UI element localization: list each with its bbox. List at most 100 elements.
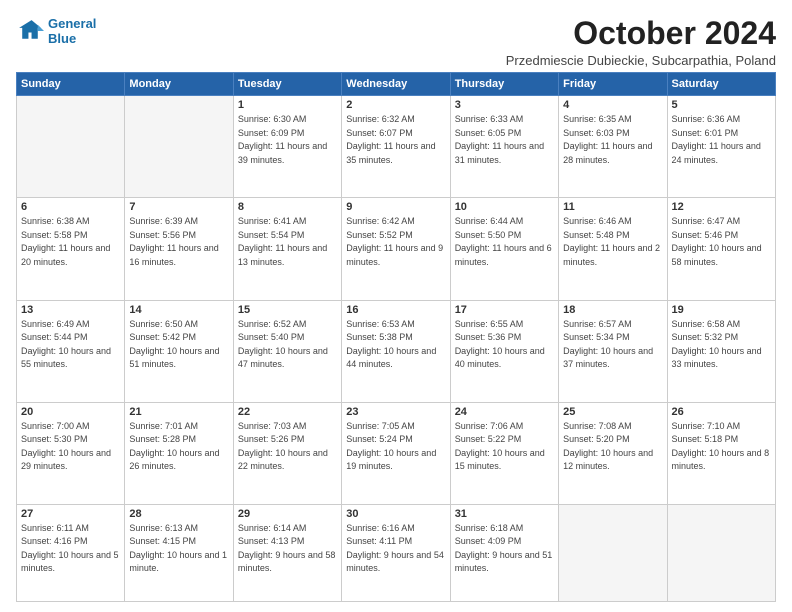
- calendar-cell: 21 Sunrise: 7:01 AMSunset: 5:28 PMDayligh…: [125, 402, 233, 504]
- day-number: 4: [563, 99, 662, 111]
- day-number: 28: [129, 508, 228, 520]
- calendar-cell: 5Sunrise: 6:36 AMSunset: 6:01 PMDaylight…: [667, 96, 775, 198]
- calendar-cell: 28 Sunrise: 6:13 AMSunset: 4:15 PMDayligh…: [125, 504, 233, 601]
- day-number: 24: [455, 406, 554, 418]
- day-number: 9: [346, 201, 445, 213]
- calendar-cell: 18Sunrise: 6:57 AMSunset: 5:34 PMDayligh…: [559, 300, 667, 402]
- calendar-cell: 1Sunrise: 6:30 AMSunset: 6:09 PMDaylight…: [233, 96, 341, 198]
- day-number: 10: [455, 201, 554, 213]
- day-number: 5: [672, 99, 771, 111]
- day-info: Sunrise: 6:49 AMSunset: 5:44 PMDaylight:…: [21, 318, 120, 372]
- day-info: Sunrise: 6:58 AMSunset: 5:32 PMDaylight:…: [672, 318, 771, 372]
- title-area: October 2024 Przedmiescie Dubieckie, Sub…: [506, 16, 776, 68]
- calendar-cell: 29 Sunrise: 6:14 AMSunset: 4:13 PMDayligh…: [233, 504, 341, 601]
- day-number: 30: [346, 508, 445, 520]
- day-info: Sunrise: 6:11 AMSunset: 4:16 PMDaylight:…: [21, 522, 120, 576]
- day-info: Sunrise: 6:47 AMSunset: 5:46 PMDaylight:…: [672, 215, 771, 269]
- col-friday: Friday: [559, 73, 667, 96]
- day-info: Sunrise: 6:57 AMSunset: 5:34 PMDaylight:…: [563, 318, 662, 372]
- calendar-cell: 24Sunrise: 7:06 AMSunset: 5:22 PMDayligh…: [450, 402, 558, 504]
- calendar-cell: [667, 504, 775, 601]
- col-wednesday: Wednesday: [342, 73, 450, 96]
- subtitle: Przedmiescie Dubieckie, Subcarpathia, Po…: [506, 53, 776, 68]
- day-info: Sunrise: 6:32 AMSunset: 6:07 PMDaylight:…: [346, 113, 445, 167]
- calendar-cell: 10 Sunrise: 6:44 AMSunset: 5:50 PMDayligh…: [450, 198, 558, 300]
- day-info: Sunrise: 6:33 AMSunset: 6:05 PMDaylight:…: [455, 113, 554, 167]
- day-number: 19: [672, 304, 771, 316]
- weekday-header-row: Sunday Monday Tuesday Wednesday Thursday…: [17, 73, 776, 96]
- calendar-cell: 7 Sunrise: 6:39 AMSunset: 5:56 PMDaylight…: [125, 198, 233, 300]
- day-info: Sunrise: 7:08 AMSunset: 5:20 PMDaylight:…: [563, 420, 662, 474]
- header: GeneralBlue October 2024 Przedmiescie Du…: [16, 16, 776, 68]
- calendar-cell: 20 Sunrise: 7:00 AMSunset: 5:30 PMDayligh…: [17, 402, 125, 504]
- calendar-cell: 26Sunrise: 7:10 AMSunset: 5:18 PMDayligh…: [667, 402, 775, 504]
- day-number: 31: [455, 508, 554, 520]
- day-info: Sunrise: 6:14 AMSunset: 4:13 PMDaylight:…: [238, 522, 337, 576]
- day-number: 20: [21, 406, 120, 418]
- col-saturday: Saturday: [667, 73, 775, 96]
- logo: GeneralBlue: [16, 16, 96, 46]
- day-info: Sunrise: 6:53 AMSunset: 5:38 PMDaylight:…: [346, 318, 445, 372]
- calendar-table: Sunday Monday Tuesday Wednesday Thursday…: [16, 72, 776, 602]
- day-number: 14: [129, 304, 228, 316]
- day-number: 29: [238, 508, 337, 520]
- calendar-cell: 2 Sunrise: 6:32 AMSunset: 6:07 PMDaylight…: [342, 96, 450, 198]
- day-info: Sunrise: 6:30 AMSunset: 6:09 PMDaylight:…: [238, 113, 337, 167]
- col-monday: Monday: [125, 73, 233, 96]
- calendar-cell: 22Sunrise: 7:03 AMSunset: 5:26 PMDayligh…: [233, 402, 341, 504]
- day-number: 23: [346, 406, 445, 418]
- calendar-cell: 30 Sunrise: 6:16 AMSunset: 4:11 PMDayligh…: [342, 504, 450, 601]
- calendar-cell: 11 Sunrise: 6:46 AMSunset: 5:48 PMDayligh…: [559, 198, 667, 300]
- day-number: 15: [238, 304, 337, 316]
- day-info: Sunrise: 6:13 AMSunset: 4:15 PMDaylight:…: [129, 522, 228, 576]
- day-info: Sunrise: 6:52 AMSunset: 5:40 PMDaylight:…: [238, 318, 337, 372]
- day-info: Sunrise: 6:39 AMSunset: 5:56 PMDaylight:…: [129, 215, 228, 269]
- calendar-cell: 23 Sunrise: 7:05 AMSunset: 5:24 PMDayligh…: [342, 402, 450, 504]
- calendar-cell: 25Sunrise: 7:08 AMSunset: 5:20 PMDayligh…: [559, 402, 667, 504]
- logo-icon: [16, 17, 44, 45]
- month-title: October 2024: [506, 16, 776, 51]
- calendar-cell: 9Sunrise: 6:42 AMSunset: 5:52 PMDaylight…: [342, 198, 450, 300]
- calendar-cell: 16Sunrise: 6:53 AMSunset: 5:38 PMDayligh…: [342, 300, 450, 402]
- col-thursday: Thursday: [450, 73, 558, 96]
- day-number: 12: [672, 201, 771, 213]
- col-tuesday: Tuesday: [233, 73, 341, 96]
- day-number: 27: [21, 508, 120, 520]
- day-number: 11: [563, 201, 662, 213]
- page: GeneralBlue October 2024 Przedmiescie Du…: [0, 0, 792, 612]
- day-info: Sunrise: 6:16 AMSunset: 4:11 PMDaylight:…: [346, 522, 445, 576]
- day-info: Sunrise: 6:38 AMSunset: 5:58 PMDaylight:…: [21, 215, 120, 269]
- day-number: 7: [129, 201, 228, 213]
- day-info: Sunrise: 6:50 AMSunset: 5:42 PMDaylight:…: [129, 318, 228, 372]
- day-number: 8: [238, 201, 337, 213]
- day-info: Sunrise: 6:41 AMSunset: 5:54 PMDaylight:…: [238, 215, 337, 269]
- week-row-3: 13 Sunrise: 6:49 AMSunset: 5:44 PMDayligh…: [17, 300, 776, 402]
- calendar-cell: 4 Sunrise: 6:35 AMSunset: 6:03 PMDaylight…: [559, 96, 667, 198]
- week-row-5: 27 Sunrise: 6:11 AMSunset: 4:16 PMDayligh…: [17, 504, 776, 601]
- day-number: 3: [455, 99, 554, 111]
- week-row-4: 20 Sunrise: 7:00 AMSunset: 5:30 PMDayligh…: [17, 402, 776, 504]
- day-info: Sunrise: 7:00 AMSunset: 5:30 PMDaylight:…: [21, 420, 120, 474]
- day-info: Sunrise: 6:46 AMSunset: 5:48 PMDaylight:…: [563, 215, 662, 269]
- day-info: Sunrise: 7:05 AMSunset: 5:24 PMDaylight:…: [346, 420, 445, 474]
- calendar-cell: 6 Sunrise: 6:38 AMSunset: 5:58 PMDaylight…: [17, 198, 125, 300]
- day-info: Sunrise: 6:44 AMSunset: 5:50 PMDaylight:…: [455, 215, 554, 269]
- calendar-cell: 27 Sunrise: 6:11 AMSunset: 4:16 PMDayligh…: [17, 504, 125, 601]
- col-sunday: Sunday: [17, 73, 125, 96]
- day-number: 17: [455, 304, 554, 316]
- day-number: 21: [129, 406, 228, 418]
- week-row-1: 1Sunrise: 6:30 AMSunset: 6:09 PMDaylight…: [17, 96, 776, 198]
- day-info: Sunrise: 6:55 AMSunset: 5:36 PMDaylight:…: [455, 318, 554, 372]
- calendar-cell: [559, 504, 667, 601]
- calendar-cell: 15 Sunrise: 6:52 AMSunset: 5:40 PMDayligh…: [233, 300, 341, 402]
- calendar-cell: [17, 96, 125, 198]
- calendar-cell: 31Sunrise: 6:18 AMSunset: 4:09 PMDayligh…: [450, 504, 558, 601]
- day-number: 2: [346, 99, 445, 111]
- calendar-cell: 19 Sunrise: 6:58 AMSunset: 5:32 PMDayligh…: [667, 300, 775, 402]
- calendar-cell: 8 Sunrise: 6:41 AMSunset: 5:54 PMDaylight…: [233, 198, 341, 300]
- day-number: 13: [21, 304, 120, 316]
- day-info: Sunrise: 7:10 AMSunset: 5:18 PMDaylight:…: [672, 420, 771, 474]
- day-number: 6: [21, 201, 120, 213]
- day-info: Sunrise: 7:01 AMSunset: 5:28 PMDaylight:…: [129, 420, 228, 474]
- day-info: Sunrise: 6:35 AMSunset: 6:03 PMDaylight:…: [563, 113, 662, 167]
